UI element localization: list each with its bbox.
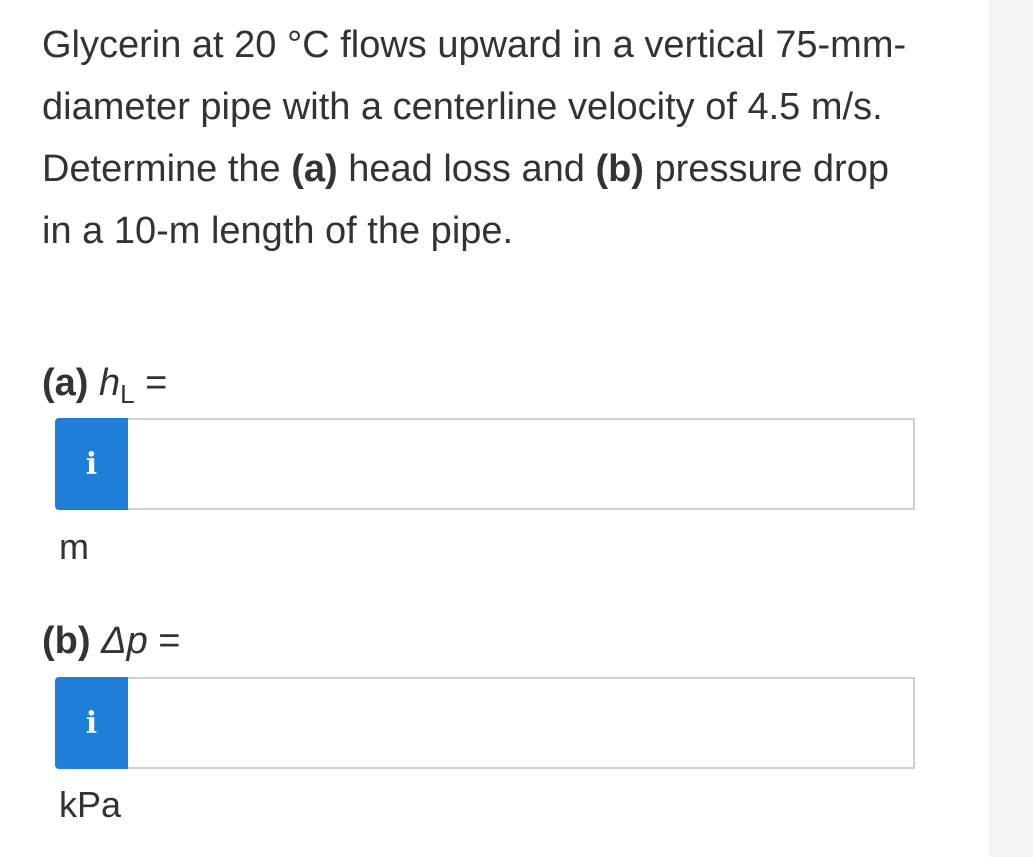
part-a-marker: (a) [42, 362, 89, 404]
part-b-answer-row: i [55, 677, 915, 769]
part-a-answer-row: i [55, 418, 915, 510]
problem-statement: Glycerin at 20 °C flows upward in a vert… [42, 14, 922, 262]
part-b-equals: = [147, 620, 181, 662]
problem-part-b-marker: (b) [595, 148, 644, 190]
part-b-unit: kPa [59, 784, 122, 825]
part-b-answer-input[interactable] [128, 677, 915, 769]
info-icon[interactable]: i [55, 418, 128, 510]
part-a-answer-input[interactable] [128, 418, 915, 510]
info-icon[interactable]: i [55, 677, 128, 769]
problem-text-2: head loss and [337, 148, 596, 190]
part-a-equals: = [134, 362, 168, 404]
part-b-marker: (b) [42, 620, 91, 662]
part-b-label: (b) Δp = [42, 618, 180, 664]
question-content: Glycerin at 20 °C flows upward in a vert… [42, 14, 942, 825]
part-b-variable: Δp [101, 620, 148, 662]
part-a-subscript: L [120, 379, 135, 409]
right-gutter [989, 0, 1033, 857]
problem-part-a-marker: (a) [291, 148, 338, 190]
part-a-label: (a) hL = [42, 360, 167, 409]
part-a-variable: h [99, 362, 121, 404]
part-a-unit: m [59, 526, 89, 567]
